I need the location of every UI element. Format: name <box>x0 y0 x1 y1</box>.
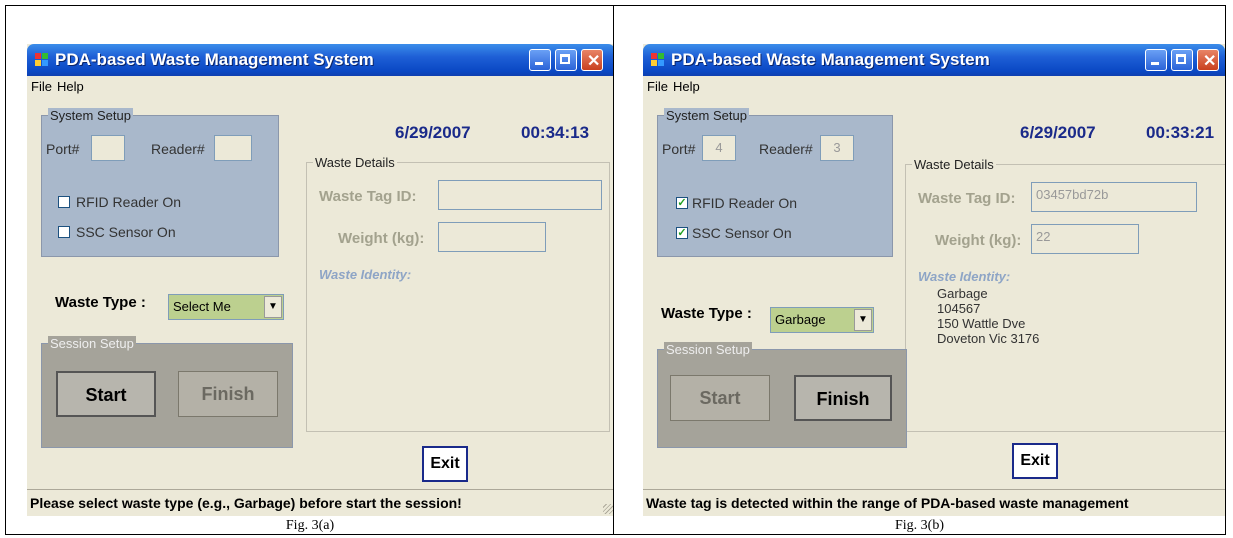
window-title: PDA-based Waste Management System <box>671 50 990 69</box>
reader-label: Reader# <box>151 141 205 157</box>
identity-line: 104567 <box>937 301 981 316</box>
figure-caption: Fig. 3(a) <box>285 518 335 533</box>
rfid-label: RFID Reader On <box>76 194 182 210</box>
waste-type-value: Garbage <box>775 312 826 327</box>
chevron-down-icon[interactable]: ▼ <box>854 309 872 331</box>
maximize-icon[interactable] <box>1171 49 1193 71</box>
weight-field[interactable]: 22 <box>1031 224 1139 254</box>
status-bar: Waste tag is detected within the range o… <box>643 489 1225 516</box>
port-field[interactable]: 4 <box>702 135 736 161</box>
rfid-checkbox[interactable] <box>58 196 70 208</box>
waste-tag-label: Waste Tag ID: <box>918 190 1016 207</box>
weight-label: Weight (kg): <box>338 230 425 247</box>
waste-tag-label: Waste Tag ID: <box>319 188 417 205</box>
system-setup-legend: System Setup <box>664 108 749 123</box>
ssc-checkbox[interactable] <box>58 226 70 238</box>
session-setup-group: Session Setup Start Finish <box>41 336 293 448</box>
menu-bar: File Help <box>643 76 1225 98</box>
status-bar: Please select waste type (e.g., Garbage)… <box>27 489 615 516</box>
waste-type-value: Select Me <box>173 299 231 314</box>
port-label: Port# <box>662 141 696 157</box>
waste-type-label: Waste Type : <box>55 294 146 311</box>
waste-type-select[interactable]: Select Me ▼ <box>168 294 284 320</box>
ssc-label: SSC Sensor On <box>692 225 792 241</box>
minimize-icon[interactable] <box>529 49 551 71</box>
app-window: PDA-based Waste Management System ✕ File… <box>27 44 615 516</box>
session-setup-legend: Session Setup <box>48 336 136 351</box>
figure-b-panel: PDA-based Waste Management System ✕ File… <box>613 5 1226 535</box>
waste-identity-label: Waste Identity: <box>319 267 412 282</box>
ssc-label: SSC Sensor On <box>76 224 176 240</box>
maximize-icon[interactable] <box>555 49 577 71</box>
waste-type-label: Waste Type : <box>661 305 752 322</box>
waste-details-legend: Waste Details <box>912 157 996 172</box>
chevron-down-icon[interactable]: ▼ <box>264 296 282 318</box>
menu-help[interactable]: Help <box>57 79 84 94</box>
window-title: PDA-based Waste Management System <box>55 50 374 69</box>
close-icon[interactable]: ✕ <box>1197 49 1219 71</box>
date-display: 6/29/2007 <box>1020 123 1096 142</box>
app-window: PDA-based Waste Management System ✕ File… <box>643 44 1225 516</box>
system-setup-legend: System Setup <box>48 108 133 123</box>
waste-tag-field[interactable]: 03457bd72b <box>1031 182 1197 212</box>
waste-details-legend: Waste Details <box>313 155 397 170</box>
system-setup-group: System Setup Port# 4 Reader# 3 ✓ RFID Re… <box>657 108 893 257</box>
time-display: 00:33:21 <box>1146 123 1215 142</box>
title-bar[interactable]: PDA-based Waste Management System ✕ <box>27 44 615 76</box>
system-setup-group: System Setup Port# Reader# RFID Reader O… <box>41 108 279 257</box>
exit-button[interactable]: Exit <box>1012 443 1058 479</box>
waste-details-group: Waste Details Waste Tag ID: Weight (kg):… <box>306 155 610 432</box>
close-icon[interactable]: ✕ <box>581 49 603 71</box>
reader-label: Reader# <box>759 141 813 157</box>
port-label: Port# <box>46 141 80 157</box>
app-icon <box>651 53 665 67</box>
identity-line: 150 Wattle Dve <box>937 316 1026 331</box>
session-setup-group: Session Setup Start Finish <box>657 342 907 448</box>
session-setup-legend: Session Setup <box>664 342 752 357</box>
start-button[interactable]: Start <box>670 375 770 421</box>
finish-button[interactable]: Finish <box>794 375 892 421</box>
reader-field[interactable] <box>214 135 252 161</box>
menu-help[interactable]: Help <box>673 79 700 94</box>
waste-identity-text: Garbage 104567 150 Wattle Dve Doveton Vi… <box>937 286 1039 346</box>
exit-button[interactable]: Exit <box>422 446 468 482</box>
rfid-label: RFID Reader On <box>692 195 798 211</box>
date-display: 6/29/2007 <box>395 123 471 142</box>
rfid-checkbox[interactable]: ✓ <box>676 197 688 209</box>
resize-grip[interactable] <box>603 504 613 514</box>
menu-bar: File Help <box>27 76 615 98</box>
app-icon <box>35 53 49 67</box>
weight-field[interactable] <box>438 222 546 252</box>
figure-a-panel: PDA-based Waste Management System ✕ File… <box>5 5 615 535</box>
ssc-checkbox[interactable]: ✓ <box>676 227 688 239</box>
time-display: 00:34:13 <box>521 123 590 142</box>
waste-identity-label: Waste Identity: <box>918 269 1011 284</box>
identity-line: Garbage <box>937 286 988 301</box>
menu-file[interactable]: File <box>647 79 668 94</box>
identity-line: Doveton Vic 3176 <box>937 331 1040 346</box>
minimize-icon[interactable] <box>1145 49 1167 71</box>
waste-type-select[interactable]: Garbage ▼ <box>770 307 874 333</box>
menu-file[interactable]: File <box>31 79 52 94</box>
weight-label: Weight (kg): <box>935 232 1022 249</box>
start-button[interactable]: Start <box>56 371 156 417</box>
figure-caption: Fig. 3(b) <box>895 518 944 533</box>
waste-tag-field[interactable] <box>438 180 602 210</box>
reader-field[interactable]: 3 <box>820 135 854 161</box>
waste-details-group: Waste Details Waste Tag ID: 03457bd72b W… <box>905 157 1225 432</box>
port-field[interactable] <box>91 135 125 161</box>
title-bar[interactable]: PDA-based Waste Management System ✕ <box>643 44 1225 76</box>
finish-button[interactable]: Finish <box>178 371 278 417</box>
